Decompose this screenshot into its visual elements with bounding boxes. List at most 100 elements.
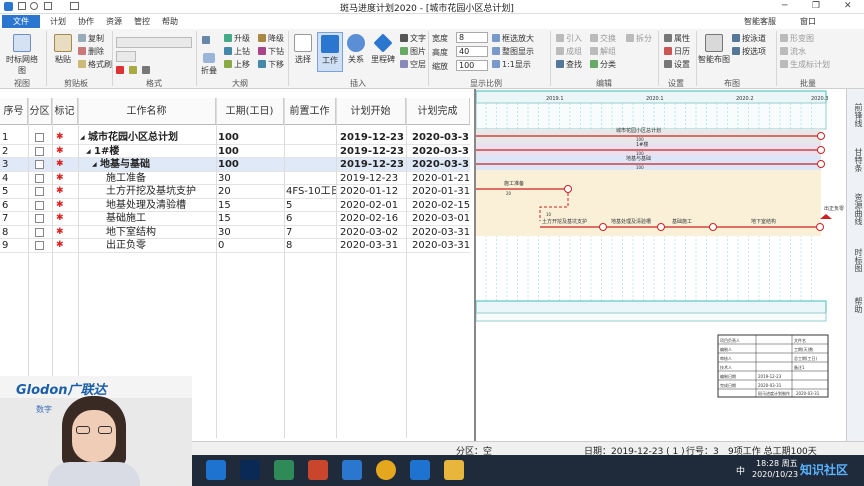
table-row[interactable]: 2 ✱ ◢ 1#楼 100 2019-12-23 2020-03-31	[0, 145, 470, 159]
task-end[interactable]: 2020-03-31	[412, 131, 470, 145]
task-start[interactable]: 2019-12-23	[340, 131, 406, 145]
move-up-button[interactable]: 上移	[224, 59, 250, 70]
insert-layer-button[interactable]: 空层	[400, 59, 426, 70]
col-header-start[interactable]: 计划开始	[336, 98, 406, 125]
row-checkbox[interactable]	[35, 187, 44, 196]
ie-icon[interactable]	[410, 460, 430, 480]
node[interactable]	[817, 146, 825, 154]
menu-collab[interactable]: 协作	[72, 15, 100, 28]
outline-indent-button[interactable]	[202, 35, 212, 46]
minimize-button[interactable]: ─	[782, 1, 787, 11]
smart-layout-button[interactable]: 智能布图	[698, 32, 730, 72]
print-icon[interactable]	[70, 2, 79, 10]
task-duration[interactable]: 15	[218, 212, 282, 226]
calendar-button[interactable]: 日历	[664, 46, 690, 57]
task-name[interactable]: 土方开挖及基坑支护	[106, 185, 218, 199]
copy-button[interactable]: 复制	[78, 33, 104, 44]
menu-resource[interactable]: 资源	[100, 15, 128, 28]
row-checkbox[interactable]	[35, 227, 44, 237]
col-header-end[interactable]: 计划完成	[406, 98, 470, 125]
task-predecessor[interactable]	[286, 131, 336, 145]
task-name[interactable]: 出正负零	[106, 239, 218, 253]
group-button[interactable]: 成组	[556, 46, 582, 57]
chrome-icon[interactable]	[376, 460, 396, 480]
flow-button[interactable]: 流水	[780, 46, 806, 57]
actual-size-button[interactable]: 1:1显示	[492, 59, 531, 70]
zoom-input[interactable]: 100	[456, 60, 488, 71]
close-button[interactable]: ✕	[844, 1, 852, 11]
side-tab-frontline[interactable]: 前锋线	[846, 95, 864, 135]
table-row[interactable]: 5 ✱ 土方开挖及基坑支护 20 4FS-10工日 2020-01-12 2020-01-3…	[0, 185, 470, 199]
task-end[interactable]: 2020-02-15	[412, 199, 470, 213]
row-checkbox[interactable]	[35, 160, 44, 169]
format-tools[interactable]	[116, 66, 196, 75]
task-duration[interactable]: 15	[218, 199, 282, 213]
width-input[interactable]: 8	[456, 32, 488, 43]
task-predecessor[interactable]: 8	[286, 239, 336, 253]
task-name[interactable]: 地下室结构	[106, 226, 218, 240]
task-start[interactable]: 2019-12-23	[340, 145, 406, 159]
expand-toggle-icon[interactable]: ◢	[80, 131, 88, 145]
window-menu[interactable]: 窗口	[794, 15, 822, 28]
split-button[interactable]: 拆分	[626, 33, 652, 44]
find-button[interactable]: 查找	[556, 59, 582, 70]
insert-image-button[interactable]: 图片	[400, 46, 426, 57]
downgrade-button[interactable]: 降级	[258, 33, 284, 44]
task-end[interactable]: 2020-03-31	[412, 239, 470, 253]
col-header-mark[interactable]: 标记	[52, 98, 78, 125]
font-select[interactable]	[116, 37, 192, 48]
task-predecessor[interactable]: 4FS-10工日	[286, 185, 336, 199]
task-predecessor[interactable]: 5	[286, 199, 336, 213]
task-start[interactable]: 2020-02-16	[340, 212, 406, 226]
side-tab-help[interactable]: 帮助	[846, 290, 864, 320]
quote-button[interactable]: 引入	[556, 33, 582, 44]
by-option-button[interactable]: 按选项	[732, 46, 766, 57]
task-duration[interactable]: 100	[218, 145, 282, 159]
row-checkbox[interactable]	[35, 173, 44, 183]
timescale-network-svg[interactable]: 2019.1 2020.1 2020.2 2020.3 城市花园小区总计划 1#…	[476, 89, 848, 441]
task-end[interactable]: 2020-03-31	[412, 226, 470, 240]
font-size-select[interactable]	[116, 51, 136, 62]
col-header-zone[interactable]: 分区	[28, 98, 52, 125]
col-header-predecessor[interactable]: 前置工作	[284, 98, 336, 125]
select-tool-button[interactable]: 选择	[290, 32, 316, 72]
menu-file[interactable]: 文件	[2, 15, 40, 28]
milestone-tool-button[interactable]: 里程碑	[368, 32, 398, 72]
menu-plan[interactable]: 计划	[44, 15, 72, 28]
ime-indicator[interactable]: 中	[736, 464, 745, 477]
node[interactable]	[709, 223, 717, 231]
task-predecessor[interactable]	[286, 158, 336, 172]
row-checkbox[interactable]	[35, 214, 44, 223]
milestone-marker[interactable]	[820, 214, 832, 219]
node[interactable]	[817, 132, 825, 140]
maximize-button[interactable]: ❐	[812, 1, 820, 11]
menu-help[interactable]: 帮助	[156, 15, 184, 28]
swap-button[interactable]: 交换	[590, 33, 616, 44]
drill-up-button[interactable]: 上钻	[224, 46, 250, 57]
task-start[interactable]: 2020-01-12	[340, 185, 406, 199]
task-duration[interactable]: 0	[218, 239, 282, 253]
drill-down-button[interactable]: 下钻	[258, 46, 284, 57]
task-start[interactable]: 2019-12-23	[340, 158, 406, 172]
photoshop-icon[interactable]	[240, 460, 260, 480]
row-checkbox[interactable]	[35, 146, 44, 156]
task-duration[interactable]: 30	[218, 226, 282, 240]
task-start[interactable]: 2020-03-02	[340, 226, 406, 240]
row-checkbox[interactable]	[35, 133, 44, 142]
task-duration[interactable]: 100	[218, 158, 282, 172]
classify-button[interactable]: 分类	[590, 59, 616, 70]
timescale-network-button[interactable]: 时标网络图	[4, 32, 40, 75]
menu-control[interactable]: 管控	[128, 15, 156, 28]
task-duration[interactable]: 30	[218, 172, 282, 186]
timescale-chart[interactable]: 2019.1 2020.1 2020.2 2020.3 城市花园小区总计划 1#…	[474, 89, 864, 441]
task-name[interactable]: 施工准备	[106, 172, 218, 186]
task-predecessor[interactable]	[286, 172, 336, 186]
task-start[interactable]: 2020-03-31	[340, 239, 406, 253]
task-predecessor[interactable]: 6	[286, 212, 336, 226]
side-tab-gantt[interactable]: 甘特条	[846, 140, 864, 180]
full-view-button[interactable]: 整图显示	[492, 46, 534, 57]
insert-text-button[interactable]: 文字	[400, 33, 426, 44]
task-duration[interactable]: 20	[218, 185, 282, 199]
node[interactable]	[599, 223, 607, 231]
by-lane-button[interactable]: 按泳道	[732, 33, 766, 44]
